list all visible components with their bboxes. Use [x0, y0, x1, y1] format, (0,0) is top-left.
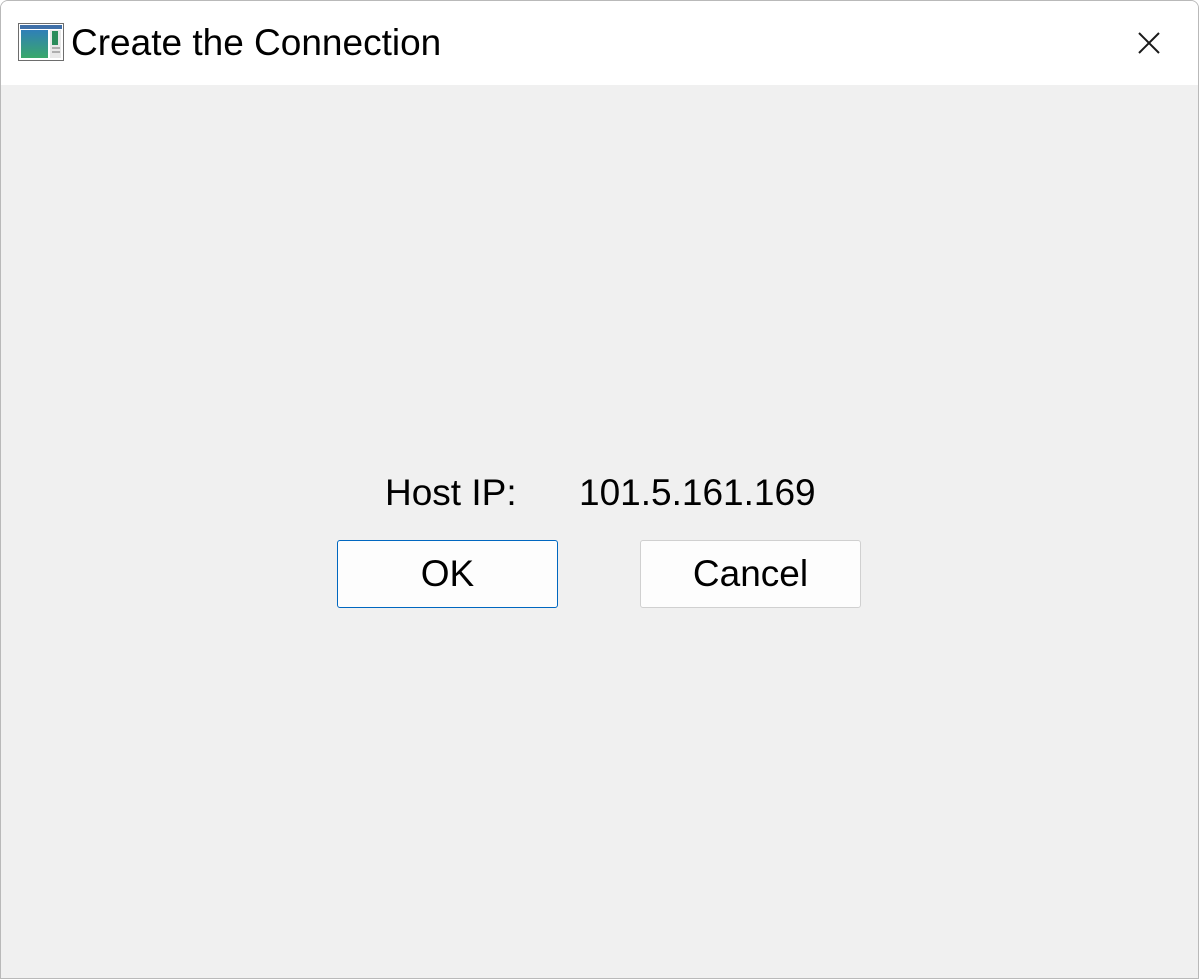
close-button[interactable] — [1100, 1, 1198, 85]
ok-button[interactable]: OK — [337, 540, 558, 608]
host-ip-value: 101.5.161.169 — [579, 472, 816, 513]
dialog-window: Create the Connection Host IP: 101.5.161… — [0, 0, 1199, 979]
app-window-icon — [18, 23, 64, 61]
close-icon — [1138, 32, 1160, 54]
host-ip-label: Host IP: — [385, 472, 517, 513]
window-title: Create the Connection — [71, 22, 442, 63]
title-bar[interactable]: Create the Connection — [1, 1, 1198, 85]
dialog-body: Host IP: 101.5.161.169 OK Cancel — [1, 85, 1198, 978]
cancel-button[interactable]: Cancel — [640, 540, 861, 608]
